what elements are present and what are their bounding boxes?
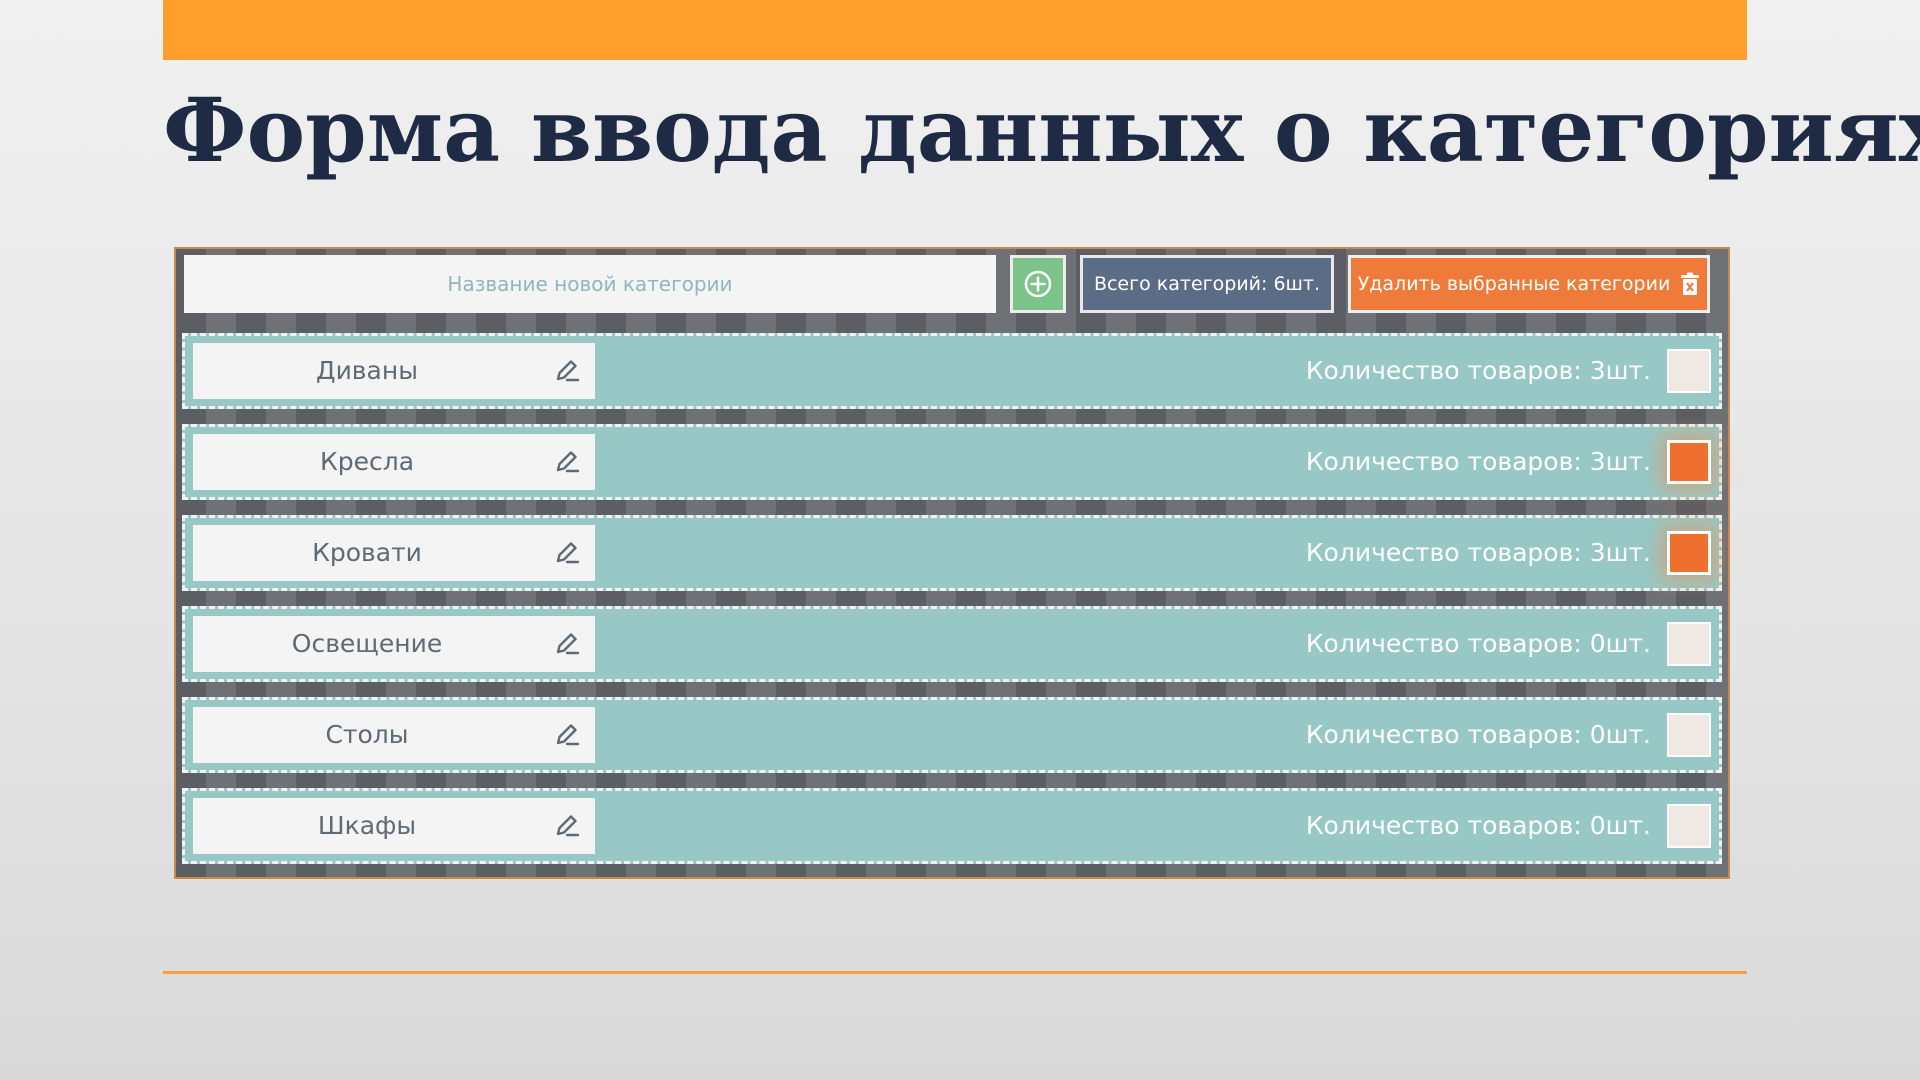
delete-selected-label: Удалить выбранные категории [1357, 273, 1671, 295]
category-name: Шкафы [317, 811, 417, 840]
toolbar: Всего категорий: 6шт. Удалить выбранные … [184, 255, 1720, 313]
pencil-icon[interactable] [553, 721, 581, 749]
new-category-input[interactable] [184, 255, 996, 313]
category-row: Столы Количество товаров: 0шт. [182, 697, 1722, 773]
category-name-field[interactable]: Освещение [193, 616, 595, 672]
category-name: Столы [325, 720, 409, 749]
total-categories-badge: Всего категорий: 6шт. [1080, 255, 1334, 313]
product-count: Количество товаров: 0шт. [1305, 811, 1651, 840]
category-name-field[interactable]: Шкафы [193, 798, 595, 854]
category-name: Кровати [312, 538, 422, 567]
category-select-checkbox[interactable] [1667, 804, 1711, 848]
product-count: Количество товаров: 0шт. [1305, 720, 1651, 749]
category-name: Диваны [316, 356, 418, 385]
product-count: Количество товаров: 3шт. [1305, 356, 1651, 385]
category-name: Освещение [291, 629, 443, 658]
bottom-accent-line [163, 971, 1747, 974]
category-name-field[interactable]: Диваны [193, 343, 595, 399]
category-row: Освещение Количество товаров: 0шт. [182, 606, 1722, 682]
category-name-field[interactable]: Столы [193, 707, 595, 763]
plus-circle-icon [1024, 270, 1052, 298]
category-row: Диваны Количество товаров: 3шт. [182, 333, 1722, 409]
pencil-icon[interactable] [553, 630, 581, 658]
add-category-button[interactable] [1010, 255, 1066, 313]
category-row: Кресла Количество товаров: 3шт. [182, 424, 1722, 500]
categories-panel: Всего категорий: 6шт. Удалить выбранные … [174, 247, 1730, 879]
category-select-checkbox[interactable] [1667, 531, 1711, 575]
pencil-icon[interactable] [553, 448, 581, 476]
category-select-checkbox[interactable] [1667, 440, 1711, 484]
pencil-icon[interactable] [553, 357, 581, 385]
category-name-field[interactable]: Кресла [193, 434, 595, 490]
product-count: Количество товаров: 3шт. [1305, 538, 1651, 567]
category-row: Шкафы Количество товаров: 0шт. [182, 788, 1722, 864]
category-select-checkbox[interactable] [1667, 622, 1711, 666]
pencil-icon[interactable] [553, 539, 581, 567]
category-select-checkbox[interactable] [1667, 349, 1711, 393]
total-categories-label: Всего категорий: 6шт. [1093, 273, 1321, 295]
category-name: Кресла [319, 447, 415, 476]
delete-selected-button[interactable]: Удалить выбранные категории [1348, 255, 1710, 313]
product-count: Количество товаров: 0шт. [1305, 629, 1651, 658]
category-name-field[interactable]: Кровати [193, 525, 595, 581]
pencil-icon[interactable] [553, 812, 581, 840]
page-title: Форма ввода данных о категориях [163, 78, 1920, 182]
trash-icon [1681, 272, 1700, 295]
category-row: Кровати Количество товаров: 3шт. [182, 515, 1722, 591]
top-accent-bar [163, 0, 1747, 60]
category-select-checkbox[interactable] [1667, 713, 1711, 757]
product-count: Количество товаров: 3шт. [1305, 447, 1651, 476]
